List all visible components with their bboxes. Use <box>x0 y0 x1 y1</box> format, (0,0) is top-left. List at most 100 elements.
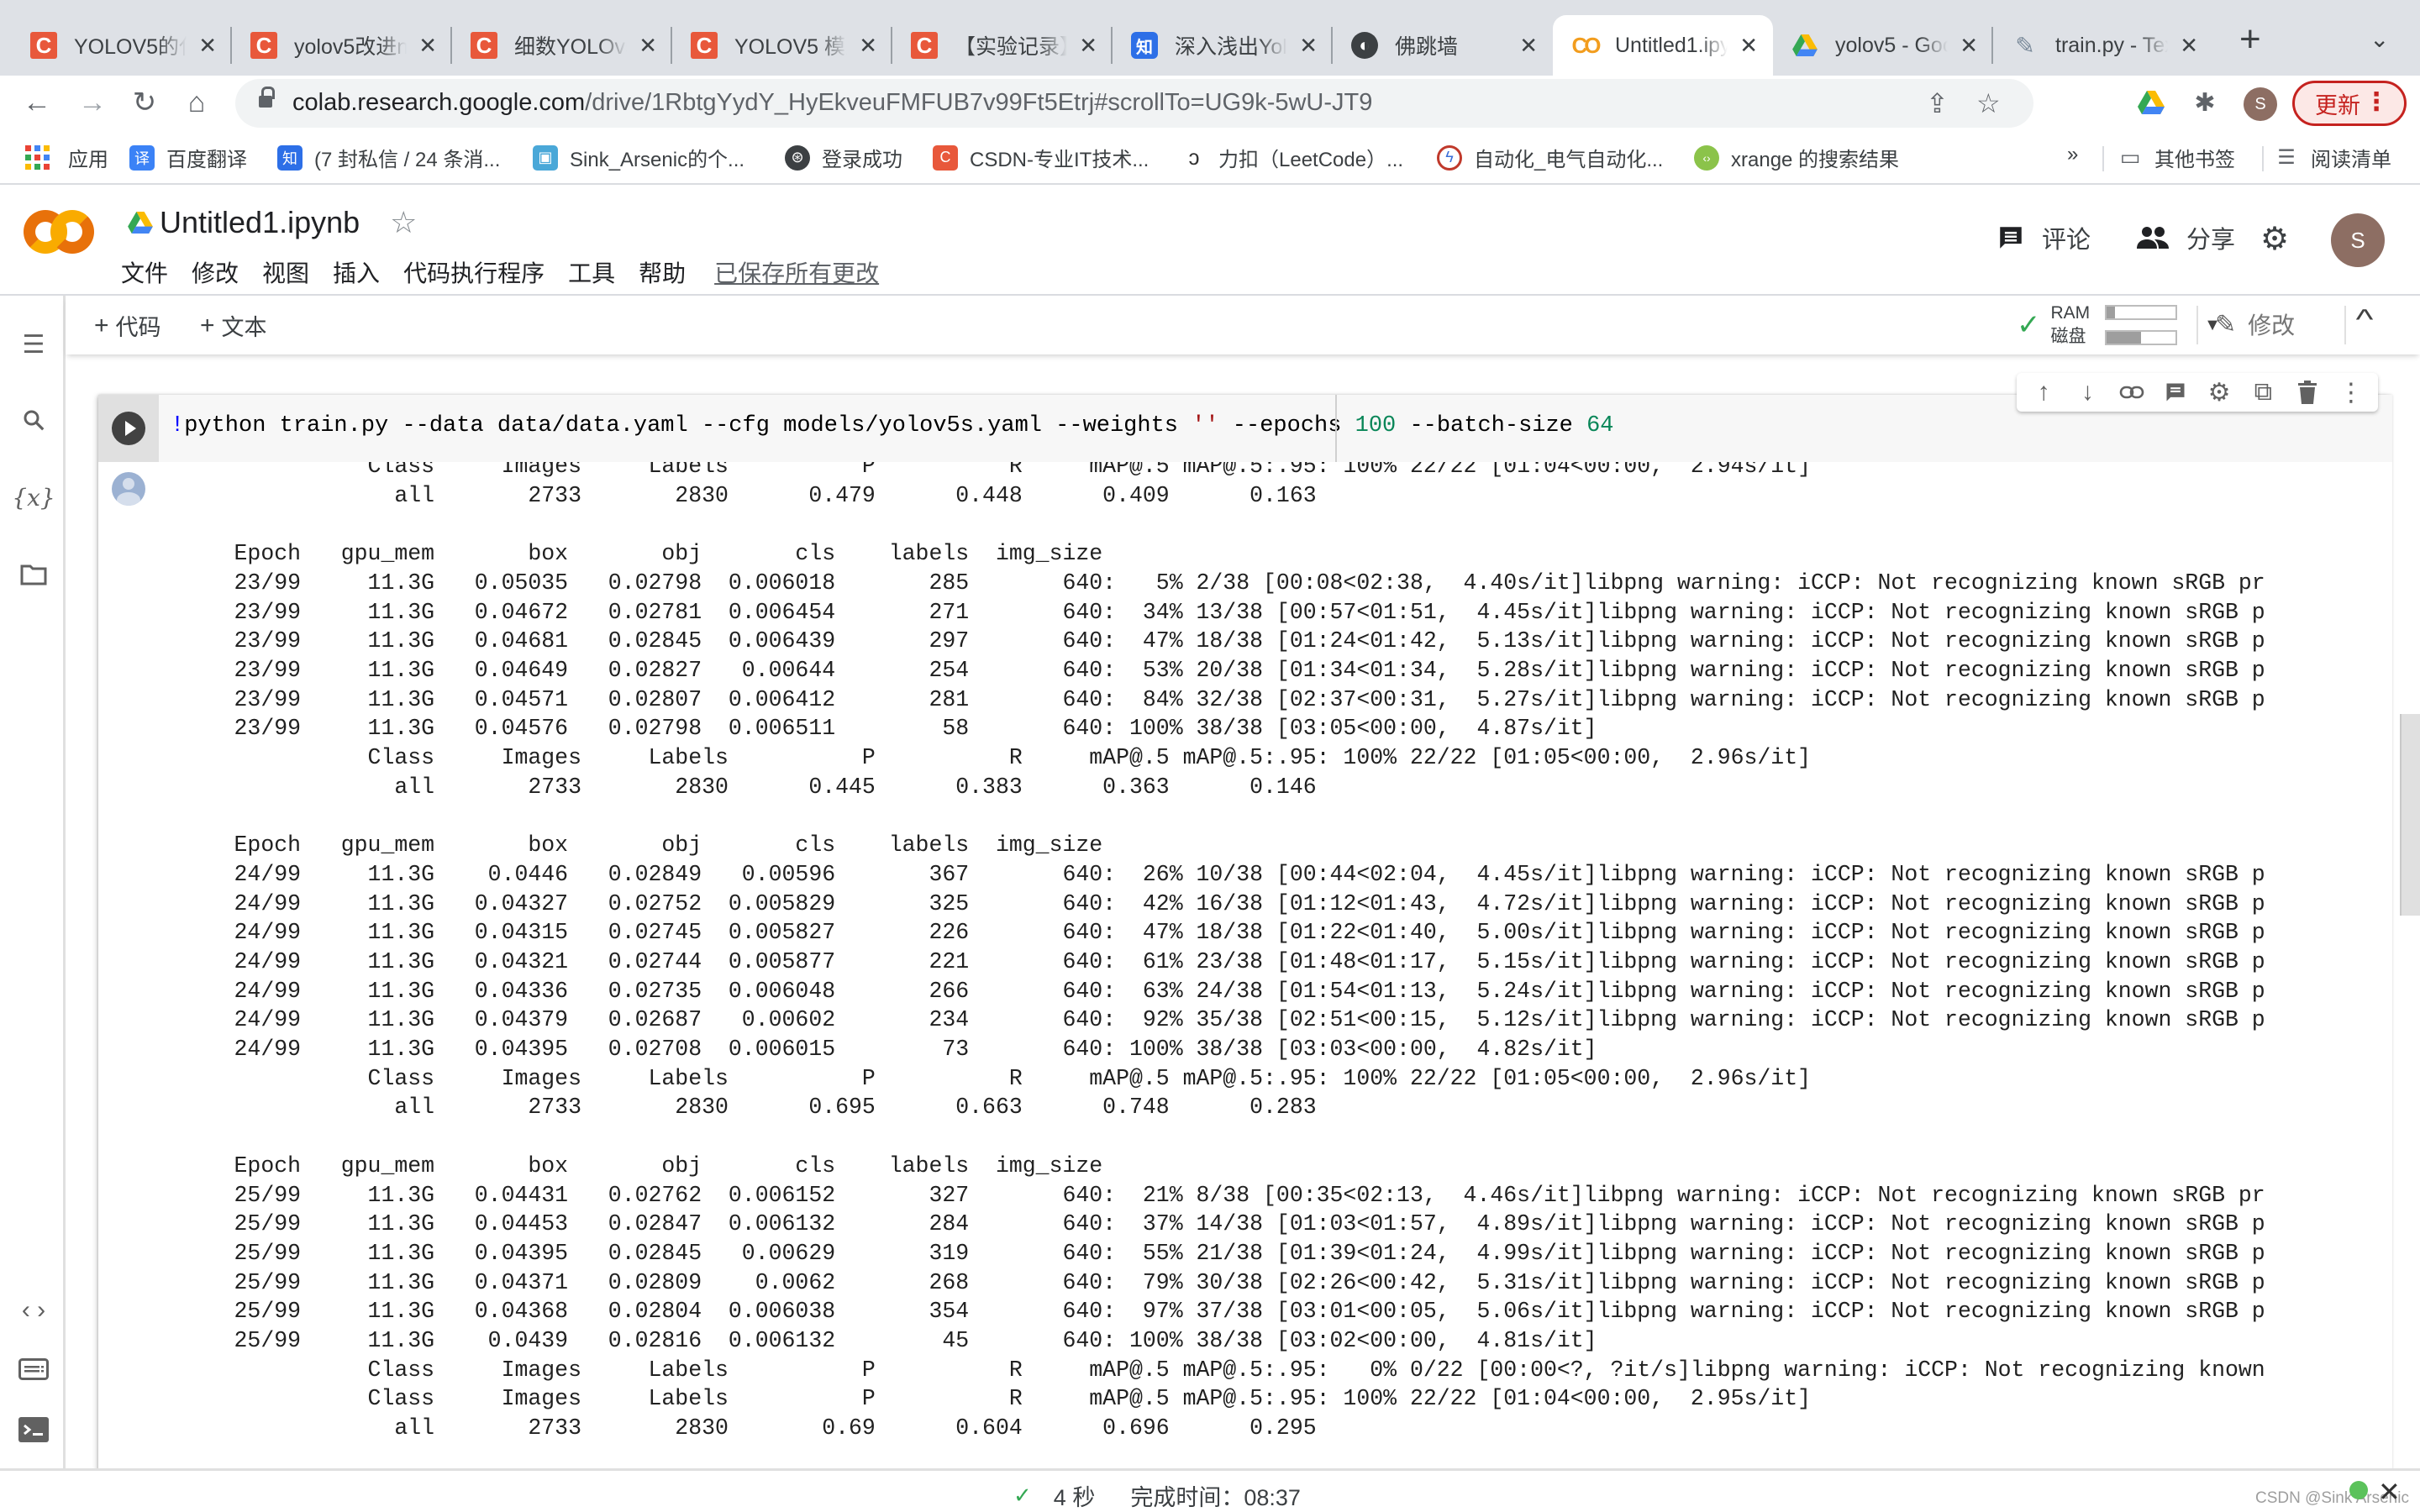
bookmark-item[interactable]: ϟ 自动化_电气自动化... <box>1437 143 1663 172</box>
output-line: Epoch gpu_mem box obj cls labels img_siz… <box>167 1152 1103 1179</box>
user-avatar[interactable]: S <box>2331 213 2385 267</box>
address-bar[interactable]: colab.research.google.com/drive/1RbtgYyd… <box>235 79 2033 128</box>
menu-edit[interactable]: 修改 <box>190 254 240 291</box>
close-tab-icon[interactable]: ✕ <box>1519 33 1538 59</box>
bookmark-item[interactable]: ↄ 力扣（LeetCode）... <box>1181 143 1404 172</box>
share-button[interactable]: 分享 <box>2136 220 2235 255</box>
menu-insert[interactable]: 插入 <box>331 254 381 291</box>
profile-avatar[interactable]: S <box>2244 87 2277 121</box>
code-cell[interactable]: !python train.py --data data/data.yaml -… <box>98 395 2392 1468</box>
menu-tools[interactable]: 工具 <box>566 254 617 291</box>
bookmark-item[interactable]: C CSDN-专业IT技术... <box>933 143 1149 172</box>
close-icon[interactable]: ✕ <box>2378 1476 2401 1508</box>
bookmark-item[interactable]: 译百度翻译 <box>129 143 247 172</box>
tab-6[interactable]: ◐ 佛跳墙 ✕ <box>1333 15 1553 76</box>
tab-2[interactable]: C 细数YOLOv5 ✕ <box>452 15 672 76</box>
execution-status[interactable]: ✓ 4 秒 完成时间：08:37 <box>1013 1479 1301 1512</box>
toc-icon[interactable]: ☰ <box>15 326 52 363</box>
code-snippets-icon[interactable]: ‹ › <box>15 1292 52 1329</box>
disk-label: 磁盘 <box>2050 327 2086 346</box>
bookmark-item[interactable]: ‹› xrange 的搜索结果 <box>1694 143 1899 172</box>
update-button[interactable]: 更新 ⋮ <box>2292 81 2407 126</box>
output-line: 24/99 11.3G 0.04321 0.02744 0.005877 221… <box>167 948 2265 974</box>
close-tab-icon[interactable]: ✕ <box>1739 33 1758 59</box>
add-text-button[interactable]: + 文本 <box>200 309 267 342</box>
share-icon[interactable]: ⇪ <box>1926 87 1949 119</box>
menu-help[interactable]: 帮助 <box>637 254 687 291</box>
comment-icon[interactable] <box>2159 375 2192 409</box>
execution-duration: 4 秒 <box>1053 1485 1096 1510</box>
trash-icon[interactable] <box>2291 375 2324 409</box>
folder-icon[interactable] <box>15 556 52 593</box>
move-up-icon[interactable]: ↑ <box>2027 375 2060 409</box>
gear-icon[interactable]: ⚙ <box>2202 375 2236 409</box>
new-tab-button[interactable]: + <box>2239 18 2261 60</box>
tab-4[interactable]: C 【实验记录】 ✕ <box>892 15 1113 76</box>
notebook-title-text[interactable]: Untitled1.ipynb <box>160 205 360 240</box>
extensions-button[interactable]: ✱ <box>2188 86 2222 119</box>
star-icon[interactable]: ☆ <box>390 205 417 240</box>
back-button[interactable]: ← <box>18 84 55 121</box>
close-tab-icon[interactable]: ✕ <box>639 33 657 59</box>
variables-icon[interactable]: {x} <box>12 479 55 516</box>
bookmarks-overflow-button[interactable]: » <box>2067 143 2078 166</box>
close-tab-icon[interactable]: ✕ <box>1960 33 1978 59</box>
bookmark-item[interactable]: 知 (7 封私信 / 24 条消... <box>277 143 500 172</box>
other-bookmarks[interactable]: ▭ 其他书签 <box>2118 143 2235 172</box>
saved-status-link[interactable]: 已保存所有更改 <box>713 254 881 291</box>
bookmark-item[interactable]: 应用 <box>25 143 108 172</box>
tab-3[interactable]: C YOLOV5 模型 ✕ <box>672 15 892 76</box>
close-tab-icon[interactable]: ✕ <box>1299 33 1318 59</box>
code-text[interactable]: !python train.py --data data/data.yaml -… <box>171 413 1614 438</box>
close-tab-icon[interactable]: ✕ <box>198 33 217 59</box>
terminal-icon[interactable] <box>15 1411 52 1448</box>
tab-1[interactable]: Cyolov5改进n ✕ <box>232 15 452 76</box>
mirror-cell-icon[interactable]: ⧉ <box>2246 375 2280 409</box>
tab-9[interactable]: ✎ train.py - TextEdit ✕ <box>1993 15 2213 76</box>
tab-8[interactable]: yolov5 - Google Drive ✕ <box>1773 15 1993 76</box>
reading-list[interactable]: ☰ 阅读清单 <box>2274 143 2391 172</box>
more-vert-icon[interactable]: ⋮ <box>2334 375 2368 409</box>
forward-button[interactable]: → <box>74 84 111 121</box>
close-tab-icon[interactable]: ✕ <box>1079 33 1097 59</box>
tab-0[interactable]: C YOLOV5的代 ✕ <box>12 15 232 76</box>
edit-mode-button[interactable]: ✎ 修改 <box>2215 307 2295 341</box>
bookmark-star-icon[interactable]: ☆ <box>1976 87 2001 119</box>
output-line: all 2733 2830 0.695 0.663 0.748 0.283 <box>167 1095 1317 1121</box>
reading-list-icon: ☰ <box>2277 146 2296 169</box>
output-line: Class Images Labels P R mAP@.5 mAP@.5:.9… <box>167 1065 1812 1091</box>
comment-button[interactable]: 评论 <box>1996 220 2091 255</box>
menu-bar: 文件 修改 视图 插入 代码执行程序 工具 帮助 已保存所有更改 <box>119 254 901 291</box>
command-palette-icon[interactable] <box>15 1351 52 1388</box>
menu-view[interactable]: 视图 <box>260 254 311 291</box>
close-tab-icon[interactable]: ✕ <box>418 33 437 59</box>
left-sidebar: ☰ {x} ‹ › <box>0 296 66 1468</box>
runtime-resources[interactable]: ✓ RAM 磁盘 ▼ <box>2017 301 2221 349</box>
bookmark-item[interactable]: ▣ Sink_Arsenic的个... <box>533 143 744 172</box>
search-icon[interactable] <box>15 402 52 438</box>
tab-search-button[interactable]: ⌄ <box>2370 25 2389 53</box>
home-button[interactable]: ⌂ <box>178 84 215 121</box>
menu-runtime[interactable]: 代码执行程序 <box>402 254 546 291</box>
vertical-scrollbar[interactable] <box>2400 714 2420 916</box>
collapse-header-button[interactable]: ^ <box>2356 304 2374 337</box>
close-tab-icon[interactable]: ✕ <box>859 33 877 59</box>
close-tab-icon[interactable]: ✕ <box>2180 33 2198 59</box>
tab-7[interactable]: CO Untitled1.ipynb ✕ <box>1553 15 1773 76</box>
add-code-button[interactable]: + 代码 <box>94 309 161 342</box>
notebook-title[interactable]: Untitled1.ipynb ☆ <box>128 205 417 240</box>
notebook-toolbar: + 代码 + 文本 ✓ RAM 磁盘 ▼ ✎ 修改 ^ <box>66 296 2420 354</box>
google-drive-extension[interactable] <box>2134 86 2168 119</box>
tab-5[interactable]: 知深入浅出Yolo ✕ <box>1113 15 1333 76</box>
bookmark-item[interactable]: ⊛ 登录成功 <box>785 143 902 172</box>
run-cell-button[interactable] <box>112 412 145 445</box>
move-down-icon[interactable]: ↓ <box>2070 375 2104 409</box>
reload-button[interactable]: ↻ <box>126 84 163 121</box>
home-icon: ⌂ <box>187 86 206 118</box>
disk-usage-fill <box>2107 332 2142 344</box>
link-icon[interactable] <box>2115 375 2149 409</box>
settings-button[interactable]: ⚙ <box>2260 220 2289 258</box>
tab-title: 深入浅出Yolo <box>1175 35 1288 59</box>
menu-file[interactable]: 文件 <box>119 254 170 291</box>
colab-logo[interactable] <box>24 210 94 260</box>
